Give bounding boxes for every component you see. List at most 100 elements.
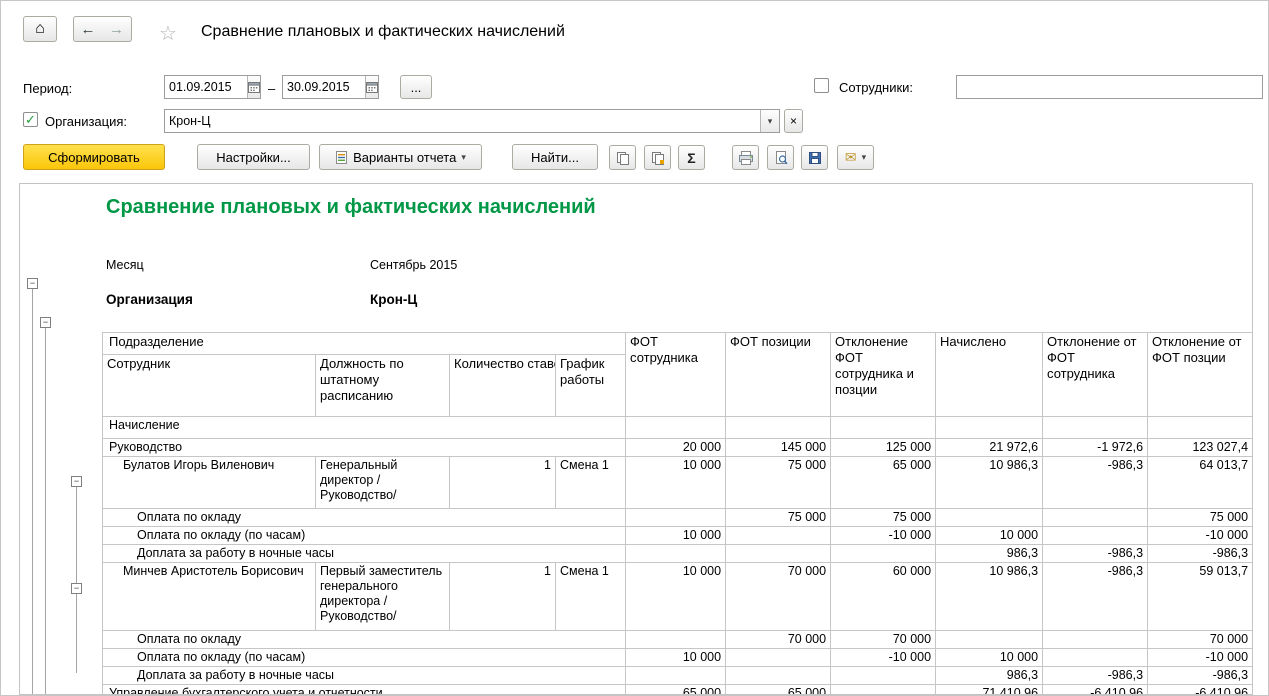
cell-position[interactable]: Первый заместитель генерального директор… [315,562,450,631]
cell[interactable]: 64 013,7 [1147,456,1252,509]
cell[interactable]: 75 000 [725,508,832,527]
cell[interactable] [830,544,937,563]
forward-button[interactable]: → [102,16,132,42]
date-from-calendar-button[interactable] [247,76,260,98]
col-header-rate[interactable]: Количество ставок [449,354,556,417]
cell-accrual[interactable]: Оплата по окладу [101,508,627,527]
cell[interactable]: -10 000 [1147,648,1252,667]
cell-accrual[interactable]: Доплата за работу в ночные часы [101,544,627,563]
cell-accrual[interactable]: Оплата по окладу (по часам) [101,648,627,667]
cell-department[interactable]: Руководство [101,438,627,457]
col-header-dev-from-fot-position[interactable]: Отклонение от ФОТ позции [1147,332,1252,417]
cell-department[interactable]: Управление бухгалтерского учета и отчетн… [101,684,627,694]
date-to-input[interactable] [283,76,365,98]
col-header-deviation-fot[interactable]: Отклонение ФОТ сотрудника и позции [830,332,937,417]
organization-dropdown-button[interactable]: ▾ [760,110,779,132]
cell[interactable]: -986,3 [1042,544,1149,563]
cell[interactable]: 70 000 [830,630,937,649]
cell-employee[interactable]: Булатов Игорь Виленович [102,456,316,509]
col-header-employee[interactable]: Сотрудник [102,354,316,417]
cell[interactable]: -6 410,96 [1147,684,1252,694]
cell[interactable]: 75 000 [1147,508,1252,527]
cell[interactable]: 125 000 [830,438,937,457]
cell-accrual[interactable]: Доплата за работу в ночные часы [101,666,627,685]
cell[interactable]: -986,3 [1042,562,1149,631]
col-header-position[interactable]: Должность по штатному расписанию [315,354,450,417]
cell-schedule[interactable]: Смена 1 [554,562,627,631]
print-preview-button[interactable] [767,145,794,170]
cell[interactable]: -10 000 [1147,526,1252,545]
cell[interactable]: 10 986,3 [935,562,1044,631]
cell[interactable]: 10 000 [625,648,727,667]
favorites-star-icon[interactable]: ☆ [159,21,177,46]
save-button[interactable] [801,145,828,170]
employees-input[interactable] [957,76,1262,98]
cell-rate[interactable]: 1 [449,562,556,631]
cell[interactable]: 10 000 [625,456,727,509]
cell[interactable] [830,666,937,685]
cell[interactable] [625,630,727,649]
cell-empty[interactable] [725,416,832,439]
section-header-accrual[interactable]: Начисление [101,416,627,439]
date-to-calendar-button[interactable] [365,76,378,98]
cell[interactable]: 986,3 [935,544,1044,563]
cell[interactable]: 20 000 [625,438,727,457]
cell-rate[interactable]: 1 [449,456,556,509]
col-header-department[interactable]: Подразделение [101,332,627,355]
cell-position[interactable]: Генеральный директор /Руководство/ [315,456,450,509]
cell[interactable]: 70 000 [725,562,832,631]
cell-schedule[interactable]: Смена 1 [554,456,627,509]
cell[interactable] [625,508,727,527]
settings-button[interactable]: Настройки... [197,144,310,170]
cell[interactable]: 75 000 [725,456,832,509]
cell[interactable]: 59 013,7 [1147,562,1252,631]
collapse-icon[interactable]: − [71,583,82,594]
col-header-accrued[interactable]: Начислено [935,332,1044,417]
send-email-button[interactable]: ✉ ▾ [837,145,874,170]
cell[interactable] [725,648,832,667]
cell[interactable]: 65 000 [625,684,727,694]
collapse-icon[interactable]: − [71,476,82,487]
cell[interactable] [1042,630,1149,649]
cell[interactable]: 10 000 [935,526,1044,545]
date-from-input[interactable] [165,76,247,98]
cell[interactable] [625,544,727,563]
col-header-schedule[interactable]: График работы [554,354,627,417]
cell[interactable]: -986,3 [1042,666,1149,685]
report-variants-button[interactable]: Варианты отчета ▾ [319,144,482,170]
col-header-dev-from-fot-employee[interactable]: Отклонение от ФОТ сотрудника [1042,332,1149,417]
cell[interactable]: 60 000 [830,562,937,631]
col-header-fot-employee[interactable]: ФОТ сотрудника [625,332,727,417]
cell-employee[interactable]: Минчев Аристотель Борисович [102,562,316,631]
organization-input[interactable] [165,110,760,132]
cell[interactable] [1042,526,1149,545]
cell[interactable]: -986,3 [1042,456,1149,509]
cell[interactable] [935,508,1044,527]
col-header-fot-position[interactable]: ФОТ позиции [725,332,832,417]
cell[interactable] [935,630,1044,649]
cell[interactable]: -1 972,6 [1042,438,1149,457]
cell-empty[interactable] [935,416,1044,439]
print-button[interactable] [732,145,759,170]
cell-empty[interactable] [830,416,937,439]
cell[interactable]: -10 000 [830,648,937,667]
period-more-button[interactable]: ... [400,75,432,99]
cell[interactable]: 71 410,96 [935,684,1044,694]
copy-button[interactable] [609,145,636,170]
cell[interactable]: -986,3 [1147,666,1252,685]
cell[interactable]: -6 410,96 [1042,684,1149,694]
cell[interactable]: 10 000 [625,526,727,545]
find-button[interactable]: Найти... [512,144,598,170]
cell[interactable] [625,666,727,685]
cell[interactable] [725,544,832,563]
autosum-button[interactable]: Σ [678,145,705,170]
cell[interactable] [830,684,937,694]
back-button[interactable]: ← [73,16,103,42]
paste-button[interactable] [644,145,671,170]
cell[interactable]: 10 000 [625,562,727,631]
cell-accrual[interactable]: Оплата по окладу (по часам) [101,526,627,545]
cell[interactable]: 986,3 [935,666,1044,685]
cell[interactable] [1042,508,1149,527]
cell[interactable]: 21 972,6 [935,438,1044,457]
cell-empty[interactable] [1147,416,1252,439]
